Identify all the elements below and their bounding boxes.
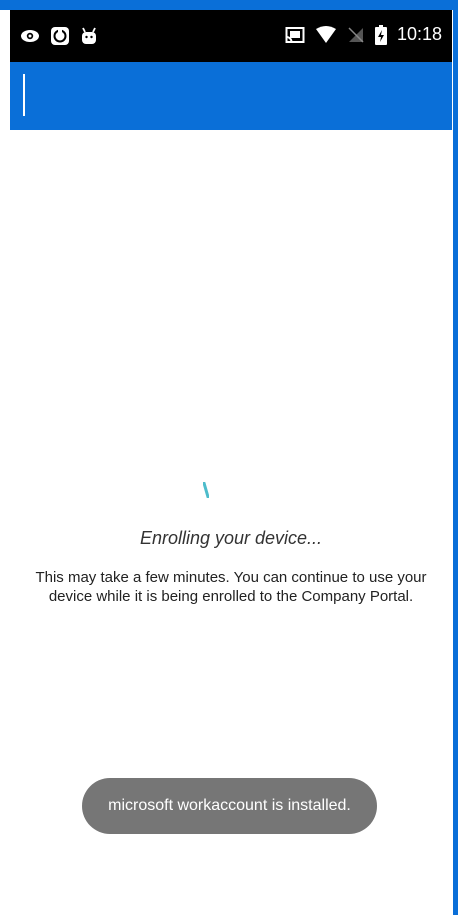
status-bar: 10:18 (10, 10, 452, 62)
loading-spinner-icon (203, 482, 209, 498)
window-top-edge (0, 0, 458, 10)
status-bar-left-icons (20, 26, 98, 46)
status-bar-right-icons: 10:18 (285, 24, 442, 45)
no-signal-icon (348, 26, 364, 43)
toast-message: microsoft workaccount is installed. (108, 797, 351, 814)
text-cursor (23, 74, 25, 116)
cast-icon (285, 26, 305, 43)
window-right-edge (453, 0, 458, 915)
screen: 10:18 Enrolling your device... This may … (0, 0, 458, 915)
android-robot-icon (82, 27, 96, 44)
status-time: 10:18 (396, 24, 442, 44)
enrolling-title: Enrolling your device... (139, 528, 323, 548)
enrolling-description: This may take a few minutes. You can con… (35, 569, 427, 605)
battery-charging-icon (374, 24, 387, 45)
toast-notification: microsoft workaccount is installed. (82, 778, 377, 834)
circle-app-icon (51, 27, 69, 45)
wifi-icon (315, 25, 336, 43)
app-bar (10, 62, 452, 130)
eye-icon (21, 30, 39, 42)
